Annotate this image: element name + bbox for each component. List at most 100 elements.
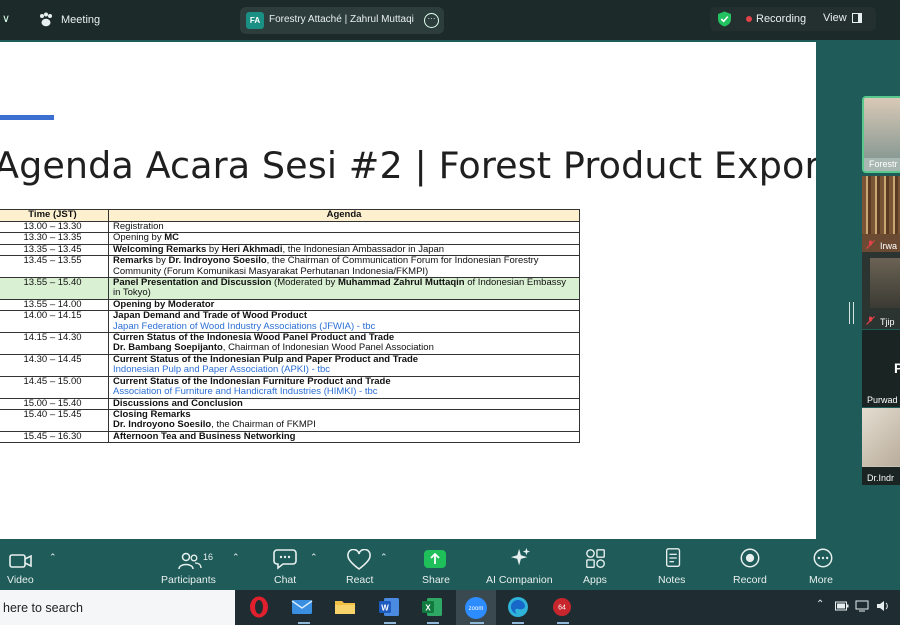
file-explorer-icon[interactable] xyxy=(333,595,357,619)
mail-icon[interactable] xyxy=(290,595,314,619)
shield-check-icon[interactable] xyxy=(717,11,732,27)
table-row: 14.15 – 14.30 Curren Status of the Indone… xyxy=(0,332,580,355)
share-screen-icon xyxy=(424,550,446,568)
participant-tile[interactable]: Forestr xyxy=(862,96,900,173)
badge-app-icon[interactable]: 64 xyxy=(551,595,575,619)
meeting-controls-toolbar: Video ⌃ 16 Participants ⌃ Chat ⌃ React ⌃… xyxy=(0,540,900,590)
agenda-table-header: Time (JST) Agenda xyxy=(0,209,580,222)
agenda-text: Current Status of the Indonesian Pulp an… xyxy=(113,353,419,365)
agenda-item-cell: Closing Remarks Dr. Indroyono Soesilo, th… xyxy=(108,408,580,432)
volume-icon[interactable] xyxy=(876,600,890,612)
table-row: 13.45 – 13.55 Remarks by Dr. Indroyono So… xyxy=(0,255,580,279)
participant-tile[interactable]: Irwa xyxy=(862,176,900,253)
table-row: 14.45 – 15.00 Current Status of the Indon… xyxy=(0,375,580,399)
agenda-time-cell: 13.55 – 14.00 xyxy=(0,298,109,312)
chat-button[interactable]: Chat xyxy=(270,540,302,590)
more-button[interactable]: More xyxy=(806,540,840,590)
agenda-speaker-link[interactable]: Association of Furniture and Handicraft … xyxy=(113,386,378,397)
agenda-item-cell: Japan Demand and Trade of Wood Product Ja… xyxy=(108,310,580,334)
excel-icon[interactable]: X xyxy=(420,595,444,619)
react-options-chevron-icon[interactable]: ⌃ xyxy=(380,552,388,563)
taskbar-active-app[interactable]: zoom xyxy=(456,590,496,625)
chat-options-chevron-icon[interactable]: ⌃ xyxy=(310,552,318,563)
battery-icon[interactable] xyxy=(835,601,849,611)
taskbar-search-box[interactable]: here to search xyxy=(0,590,235,625)
participant-tile[interactable]: Dr.Indr xyxy=(862,408,900,485)
heart-icon xyxy=(347,549,371,571)
participant-video xyxy=(862,176,900,234)
meeting-title-pill[interactable]: FA Forestry Attaché | Zahrul Muttaqi ··· xyxy=(240,7,444,34)
participant-initial: P xyxy=(894,360,900,376)
agenda-text: Dr. Indroyono Soesilo xyxy=(113,419,212,431)
agenda-text: , the Chairman of FKMPI xyxy=(211,419,316,431)
table-row: 13.35 – 13.45 Welcoming Remarks by Heri A… xyxy=(0,243,580,257)
ai-companion-button[interactable]: AI Companion xyxy=(484,540,556,590)
running-indicator xyxy=(557,622,569,624)
participant-name: Tjip xyxy=(880,317,895,327)
react-button[interactable]: React xyxy=(343,540,377,590)
recording-label[interactable]: Recording xyxy=(756,13,806,25)
agenda-item-cell: Curren Status of the Indonesia Wood Pane… xyxy=(108,332,580,355)
notes-label: Notes xyxy=(658,574,686,586)
participants-options-chevron-icon[interactable]: ⌃ xyxy=(232,552,240,563)
agenda-item-cell: Current Status of the Indonesian Pulp an… xyxy=(108,353,580,377)
participants-button[interactable]: 16 Participants xyxy=(160,540,222,590)
participant-video xyxy=(870,258,900,308)
agenda-time-cell: 13.45 – 13.55 xyxy=(0,255,109,279)
agenda-speaker-link[interactable]: Japan Federation of Wood Industry Associ… xyxy=(113,321,375,332)
svg-text:zoom: zoom xyxy=(469,606,484,612)
participant-name: Purwad xyxy=(867,395,898,405)
agenda-text: Afternoon Tea and Business Networking xyxy=(113,430,296,442)
column-header-time: Time (JST) xyxy=(0,209,109,222)
view-layout-icon[interactable] xyxy=(852,13,862,23)
agenda-text: Muhammad Zahrul Muttaqin xyxy=(337,277,465,289)
participant-name: Forestr xyxy=(869,159,898,169)
participant-tile[interactable]: Tjip xyxy=(862,252,900,329)
tray-chevron-up-icon[interactable]: ⌃ xyxy=(816,599,824,610)
record-button[interactable]: Record xyxy=(731,540,769,590)
share-button[interactable]: Share xyxy=(418,540,454,590)
recording-status: Recording View xyxy=(710,7,876,31)
apps-grid-icon xyxy=(586,549,605,568)
more-dots-icon xyxy=(813,548,833,568)
record-icon xyxy=(740,548,760,568)
react-label: React xyxy=(346,574,374,586)
agenda-text: , Chairman of Indonesian Wood Panel Asso… xyxy=(222,342,434,354)
agenda-speaker-link[interactable]: Indonesian Pulp and Paper Association (A… xyxy=(113,364,330,375)
view-button[interactable]: View xyxy=(823,12,847,24)
table-row: 15.00 – 15.40 Discussions and Conclusion xyxy=(0,397,580,410)
apps-button[interactable]: Apps xyxy=(580,540,612,590)
agenda-text: Current Status of the Indonesian Furnitu… xyxy=(113,375,391,387)
mic-muted-icon xyxy=(866,316,875,325)
word-icon[interactable]: W xyxy=(377,595,401,619)
participants-label: Participants xyxy=(161,574,216,586)
more-label: More xyxy=(809,574,833,586)
agenda-item-cell: Registration xyxy=(108,220,580,234)
more-options-icon[interactable]: ··· xyxy=(424,13,439,28)
agenda-time-cell: 13.30 – 13.35 xyxy=(0,232,109,245)
resize-handle-icon[interactable] xyxy=(849,302,854,324)
paw-meeting-icon[interactable] xyxy=(37,11,55,29)
participant-tile[interactable]: P Purwad xyxy=(862,330,900,407)
edge-browser-icon[interactable] xyxy=(506,595,530,619)
table-row: 13.30 – 13.35 Opening by MC xyxy=(0,232,580,245)
record-label: Record xyxy=(733,574,767,586)
agenda-time-cell: 13.35 – 13.45 xyxy=(0,243,109,257)
chevron-down-icon[interactable]: ∨ xyxy=(2,12,10,25)
agenda-item-cell: Afternoon Tea and Business Networking xyxy=(108,430,580,444)
opera-browser-icon[interactable] xyxy=(247,595,271,619)
video-button[interactable]: Video xyxy=(0,540,60,590)
meeting-top-bar: ∨ Meeting FA Forestry Attaché | Zahrul M… xyxy=(0,0,900,40)
agenda-time-cell: 14.45 – 15.00 xyxy=(0,375,109,399)
share-label: Share xyxy=(422,574,451,586)
video-options-chevron-icon[interactable]: ⌃ xyxy=(49,552,57,563)
meeting-menu-label[interactable]: Meeting xyxy=(61,14,100,26)
running-indicator xyxy=(470,622,484,624)
notes-button[interactable]: Notes xyxy=(656,540,690,590)
agenda-time-cell: 15.45 – 16.30 xyxy=(0,430,109,444)
agenda-text: Dr. Indroyono Soesilo xyxy=(168,255,267,267)
table-row: 13.55 – 15.40 Panel Presentation and Disc… xyxy=(0,277,580,300)
video-label: Video xyxy=(7,574,34,586)
sparkle-icon xyxy=(510,547,531,566)
network-icon[interactable] xyxy=(855,600,871,612)
